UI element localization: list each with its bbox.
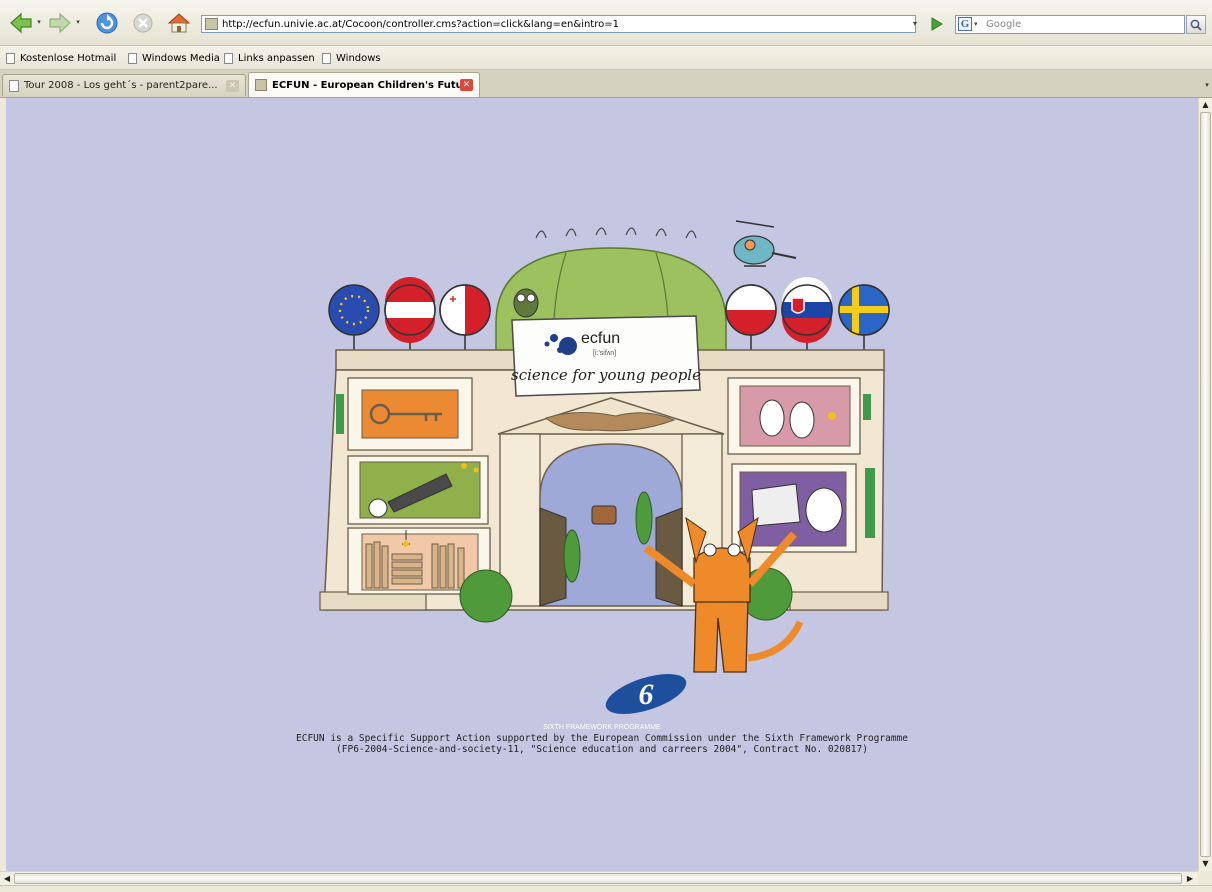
address-input[interactable] [222, 16, 912, 32]
tab-parent2parent[interactable]: Tour 2008 - Los geht´s - parent2pare... … [2, 74, 246, 96]
funding-footnote: ECFUN is a Specific Support Action suppo… [6, 733, 1198, 755]
flag-poland-icon [725, 284, 777, 350]
owl-figure [513, 288, 539, 318]
back-arrow-icon [10, 12, 32, 34]
google-engine-icon[interactable]: G [958, 17, 972, 31]
tab-ecfun[interactable]: ECFUN - European Children's Futu... ✕ [248, 72, 480, 97]
search-input[interactable] [986, 16, 1181, 33]
bookmarks-toolbar: Kostenlose Hotmail Windows Media Links a… [0, 46, 1212, 70]
horizontal-scrollbar[interactable]: ◀ ▶ [0, 871, 1198, 885]
flag-slovakia-icon [781, 277, 833, 350]
scroll-down-icon[interactable]: ▼ [1199, 857, 1212, 871]
fp6-programme-label: SIXTH FRAMEWORK PROGRAMME [543, 724, 661, 731]
search-button[interactable] [1186, 15, 1206, 34]
search-engine-dropdown-icon[interactable]: ▾ [974, 16, 978, 33]
vertical-scroll-thumb[interactable] [1200, 112, 1211, 857]
go-arrow-icon [931, 17, 943, 31]
address-bar[interactable] [201, 15, 916, 33]
forward-arrow-icon [49, 12, 71, 34]
sign-brand-text: ecfun [581, 330, 620, 347]
page-icon [322, 52, 331, 64]
stop-button[interactable] [130, 10, 156, 36]
page-icon [224, 52, 233, 64]
scrollbar-corner [1198, 871, 1212, 885]
bookmark-label: Links anpassen [238, 52, 315, 64]
close-tab-icon[interactable]: ✕ [226, 80, 239, 92]
tab-list-dropdown[interactable]: ▾ [1202, 75, 1212, 95]
footnote-line-2: (FP6-2004-Science-and-society-11, "Scien… [336, 744, 868, 755]
window-telescope [347, 455, 489, 525]
bookmark-label: Windows [336, 52, 381, 64]
flag-eu-icon [328, 284, 380, 350]
scroll-right-icon[interactable]: ▶ [1183, 872, 1197, 885]
forward-history-dropdown[interactable]: ▾ [74, 18, 82, 26]
site-favicon-icon [205, 18, 218, 30]
back-history-dropdown[interactable]: ▾ [35, 18, 43, 26]
bookmark-windows[interactable]: Windows [322, 51, 381, 65]
fp6-logo[interactable]: 6 SIXTH FRAMEWORK PROGRAMME [543, 666, 691, 731]
home-icon [167, 13, 191, 33]
tab-strip: Tour 2008 - Los geht´s - parent2pare... … [0, 70, 1212, 98]
scroll-left-icon[interactable]: ◀ [0, 872, 14, 885]
footnote-line-1: ECFUN is a Specific Support Action suppo… [296, 733, 908, 744]
scroll-up-icon[interactable]: ▲ [1199, 98, 1212, 112]
close-tab-icon[interactable]: ✕ [460, 79, 473, 91]
helicopter-figure [733, 220, 797, 267]
stop-icon [133, 13, 153, 33]
flag-malta-icon [439, 284, 491, 350]
magnifier-icon [1190, 19, 1202, 31]
go-button[interactable] [928, 16, 944, 32]
home-button[interactable] [166, 10, 192, 36]
window-key [347, 377, 473, 451]
window-fish-portrait [727, 377, 861, 455]
bookmark-label: Kostenlose Hotmail [20, 52, 117, 64]
bookmark-label: Windows Media [142, 52, 220, 64]
bookmark-kostenlose-hotmail[interactable]: Kostenlose Hotmail [6, 51, 116, 65]
site-favicon-icon [255, 79, 267, 91]
page-icon [9, 79, 19, 92]
tab-label: Tour 2008 - Los geht´s - parent2pare... [24, 80, 218, 91]
search-bar[interactable]: G ▾ [955, 15, 1185, 34]
fp6-numeral: 6 [639, 678, 654, 711]
reload-icon [96, 12, 118, 34]
page-viewport: ecfun [i:'sifʌn] science for young peopl… [6, 98, 1198, 871]
bookmark-links-anpassen[interactable]: Links anpassen [224, 51, 315, 65]
flag-austria-icon [384, 277, 436, 350]
sign-tagline-text: science for young people [511, 366, 701, 384]
ecfun-house-illustration: ecfun [i:'sifʌn] science for young peopl… [319, 220, 890, 731]
sign-phonetic-text: [i:'sifʌn] [593, 350, 616, 357]
page-icon [6, 52, 15, 64]
central-arch [497, 397, 725, 607]
ecfun-sign: ecfun [i:'sifʌn] science for young peopl… [511, 315, 701, 397]
reload-button[interactable] [94, 10, 120, 36]
bookmark-windows-media[interactable]: Windows Media [128, 51, 220, 65]
vertical-scrollbar[interactable]: ▲ ▼ [1198, 98, 1212, 871]
back-button[interactable] [8, 10, 34, 36]
navigation-toolbar: ▾ ▾ ▾ G ▾ [0, 0, 1212, 46]
horizontal-scroll-thumb[interactable] [14, 873, 1182, 884]
page-icon [128, 52, 137, 64]
tab-label: ECFUN - European Children's Futu... [272, 79, 475, 91]
flag-sweden-icon [838, 284, 890, 350]
address-history-dropdown[interactable]: ▾ [908, 15, 922, 33]
forward-button[interactable] [47, 10, 73, 36]
